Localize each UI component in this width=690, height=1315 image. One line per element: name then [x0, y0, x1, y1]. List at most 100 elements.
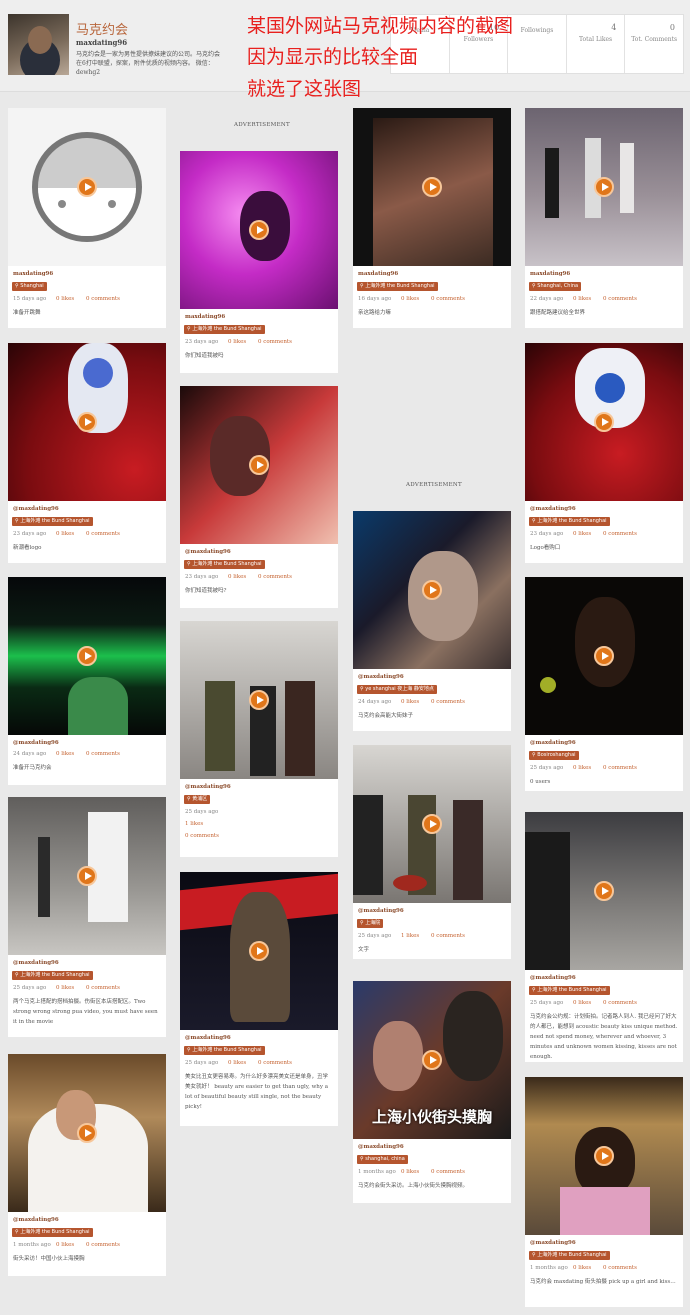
- likes-link[interactable]: 0 likes: [573, 531, 591, 537]
- comments-link[interactable]: 0 comments: [603, 296, 637, 302]
- play-icon[interactable]: [77, 1123, 97, 1143]
- stat-total-likes[interactable]: 4 Total Likes: [565, 15, 625, 73]
- video-thumbnail[interactable]: [353, 108, 511, 266]
- comments-link[interactable]: 0 comments: [86, 531, 120, 537]
- location-badge[interactable]: ⚲ Shanghai, China: [529, 282, 582, 291]
- likes-link[interactable]: 1 likes: [185, 821, 203, 827]
- video-thumbnail[interactable]: [8, 577, 166, 735]
- likes-link[interactable]: 0 likes: [228, 339, 246, 345]
- location-badge[interactable]: ⚲ Bosiroshanghai: [529, 751, 579, 760]
- play-icon[interactable]: [249, 941, 269, 961]
- location-badge[interactable]: ⚲ 黄浦区: [184, 795, 211, 804]
- media-card[interactable]: @maxdating96 ⚲ 上海外滩 the Bund Shanghai 23 d…: [180, 386, 338, 608]
- likes-link[interactable]: 0 likes: [56, 296, 74, 302]
- play-icon[interactable]: [594, 412, 614, 432]
- location-badge[interactable]: ⚲ 上海外滩 the Bund Shanghai: [357, 282, 438, 291]
- video-thumbnail[interactable]: [8, 797, 166, 955]
- video-thumbnail[interactable]: [8, 1054, 166, 1212]
- video-thumbnail[interactable]: 上海小伙街头摸胸: [353, 981, 511, 1139]
- card-username[interactable]: @maxdating96: [13, 506, 59, 512]
- card-username[interactable]: @maxdating96: [13, 740, 59, 746]
- location-badge[interactable]: ⚲ 上海院: [357, 919, 384, 928]
- play-icon[interactable]: [77, 177, 97, 197]
- location-badge[interactable]: ⚲ 上海外滩 the Bund Shanghai: [529, 986, 610, 995]
- comments-link[interactable]: 0 comments: [86, 1242, 120, 1248]
- card-username[interactable]: maxdating96: [185, 314, 225, 320]
- likes-link[interactable]: 0 likes: [573, 296, 591, 302]
- play-icon[interactable]: [249, 220, 269, 240]
- comments-link[interactable]: 0 comments: [86, 296, 120, 302]
- video-thumbnail[interactable]: [8, 343, 166, 501]
- comments-link[interactable]: 0 comments: [258, 1060, 292, 1066]
- play-icon[interactable]: [594, 1146, 614, 1166]
- card-username[interactable]: @maxdating96: [530, 740, 576, 746]
- media-card[interactable]: @maxdating96 ⚲ 上海外滩 the Bund Shanghai 1 mo…: [8, 1054, 166, 1276]
- video-thumbnail[interactable]: [525, 812, 683, 970]
- media-card[interactable]: maxdating96 ⚲ Shanghai, China 22 days ago 0…: [525, 108, 683, 328]
- stat-total-comments[interactable]: 0 Tot. Comments: [624, 15, 683, 73]
- play-icon[interactable]: [594, 881, 614, 901]
- media-card[interactable]: @maxdating96 ⚲ 上海外滩 the Bund Shanghai 1 mo…: [525, 1077, 683, 1307]
- media-card[interactable]: @maxdating96 ⚲ 上海院 25 days ago 1 likes 0 com…: [353, 745, 511, 959]
- play-icon[interactable]: [422, 580, 442, 600]
- comments-link[interactable]: 0 comments: [431, 699, 465, 705]
- comments-link[interactable]: 0 comments: [603, 765, 637, 771]
- play-icon[interactable]: [594, 646, 614, 666]
- likes-link[interactable]: 0 likes: [228, 1060, 246, 1066]
- play-icon[interactable]: [77, 646, 97, 666]
- comments-link[interactable]: 0 comments: [86, 751, 120, 757]
- location-badge[interactable]: ⚲ 上海外滩 the Bund Shanghai: [529, 517, 610, 526]
- location-badge[interactable]: ⚲ ye shanghai 夜上海 静安地点: [357, 685, 437, 694]
- card-username[interactable]: maxdating96: [13, 271, 53, 277]
- play-icon[interactable]: [422, 1050, 442, 1070]
- location-badge[interactable]: ⚲ 上海外滩 the Bund Shanghai: [184, 1046, 265, 1055]
- comments-link[interactable]: 0 comments: [431, 933, 465, 939]
- video-thumbnail[interactable]: [525, 577, 683, 735]
- location-badge[interactable]: ⚲ 上海外滩 the Bund Shanghai: [12, 971, 93, 980]
- card-username[interactable]: @maxdating96: [185, 784, 231, 790]
- card-username[interactable]: maxdating96: [530, 271, 570, 277]
- likes-link[interactable]: 0 likes: [573, 1265, 591, 1271]
- video-thumbnail[interactable]: [8, 108, 166, 266]
- likes-link[interactable]: 0 likes: [56, 1242, 74, 1248]
- comments-link[interactable]: 0 comments: [431, 1169, 465, 1175]
- location-badge[interactable]: ⚲ shanghai, china: [357, 1155, 408, 1164]
- card-username[interactable]: @maxdating96: [358, 908, 404, 914]
- media-card[interactable]: @maxdating96 ⚲ 上海外滩 the Bund Shanghai 25 d…: [180, 872, 338, 1126]
- likes-link[interactable]: 0 likes: [573, 765, 591, 771]
- comments-link[interactable]: 0 comments: [258, 574, 292, 580]
- card-username[interactable]: @maxdating96: [358, 674, 404, 680]
- media-card[interactable]: @maxdating96 ⚲ 上海外滩 the Bund Shanghai 23 d…: [525, 343, 683, 563]
- video-thumbnail[interactable]: [180, 621, 338, 779]
- play-icon[interactable]: [77, 412, 97, 432]
- comments-link[interactable]: 0 comments: [185, 833, 219, 839]
- media-card[interactable]: @maxdating96 ⚲ 上海外滩 the Bund Shanghai 23 d…: [8, 343, 166, 563]
- video-thumbnail[interactable]: [525, 108, 683, 266]
- likes-link[interactable]: 0 likes: [56, 531, 74, 537]
- comments-link[interactable]: 0 comments: [431, 296, 465, 302]
- video-thumbnail[interactable]: [180, 151, 338, 309]
- location-badge[interactable]: ⚲ 上海外滩 the Bund Shanghai: [184, 325, 265, 334]
- comments-link[interactable]: 0 comments: [603, 1000, 637, 1006]
- location-badge[interactable]: ⚲ 上海外滩 the Bund Shanghai: [529, 1251, 610, 1260]
- profile-username[interactable]: maxdating96: [76, 38, 127, 47]
- card-username[interactable]: @maxdating96: [530, 1240, 576, 1246]
- media-card[interactable]: maxdating96 ⚲ 上海外滩 the Bund Shanghai 23 da…: [180, 151, 338, 373]
- play-icon[interactable]: [77, 866, 97, 886]
- location-badge[interactable]: ⚲ 上海外滩 the Bund Shanghai: [12, 1228, 93, 1237]
- location-badge[interactable]: ⚲ Shanghai: [12, 282, 47, 291]
- card-username[interactable]: @maxdating96: [13, 960, 59, 966]
- video-thumbnail[interactable]: [353, 745, 511, 903]
- media-card[interactable]: maxdating96 ⚲ Shanghai 15 days ago 0 likes 0…: [8, 108, 166, 328]
- comments-link[interactable]: 0 comments: [86, 985, 120, 991]
- media-card[interactable]: @maxdating96 ⚲ 黄浦区 25 days ago 1 likes 0 com…: [180, 621, 338, 857]
- card-username[interactable]: @maxdating96: [185, 1035, 231, 1041]
- likes-link[interactable]: 0 likes: [573, 1000, 591, 1006]
- card-username[interactable]: @maxdating96: [358, 1144, 404, 1150]
- media-card[interactable]: @maxdating96 ⚲ 上海外滩 the Bund Shanghai 25 d…: [525, 812, 683, 1062]
- card-username[interactable]: @maxdating96: [13, 1217, 59, 1223]
- play-icon[interactable]: [249, 455, 269, 475]
- video-thumbnail[interactable]: [180, 386, 338, 544]
- media-card[interactable]: @maxdating96 ⚲ 上海外滩 the Bund Shanghai 25 d…: [8, 797, 166, 1037]
- play-icon[interactable]: [249, 690, 269, 710]
